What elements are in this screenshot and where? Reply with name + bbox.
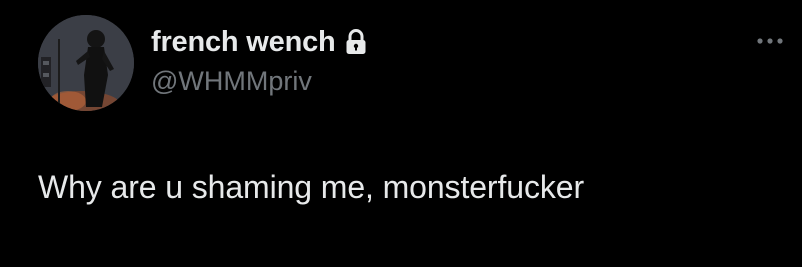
more-options-icon (757, 38, 783, 44)
author-display-name[interactable]: french wench (151, 24, 336, 60)
lock-icon (345, 29, 367, 55)
tweet: french wench @WHMMpriv Why are u shaming… (0, 0, 802, 267)
avatar[interactable] (38, 15, 134, 111)
author-handle[interactable]: @WHMMpriv (151, 64, 312, 98)
tweet-text: Why are u shaming me, monsterfucker (38, 169, 585, 205)
avatar-photo-icon (38, 15, 134, 111)
more-options-button[interactable] (752, 30, 788, 52)
author-name-row: french wench (151, 24, 367, 60)
